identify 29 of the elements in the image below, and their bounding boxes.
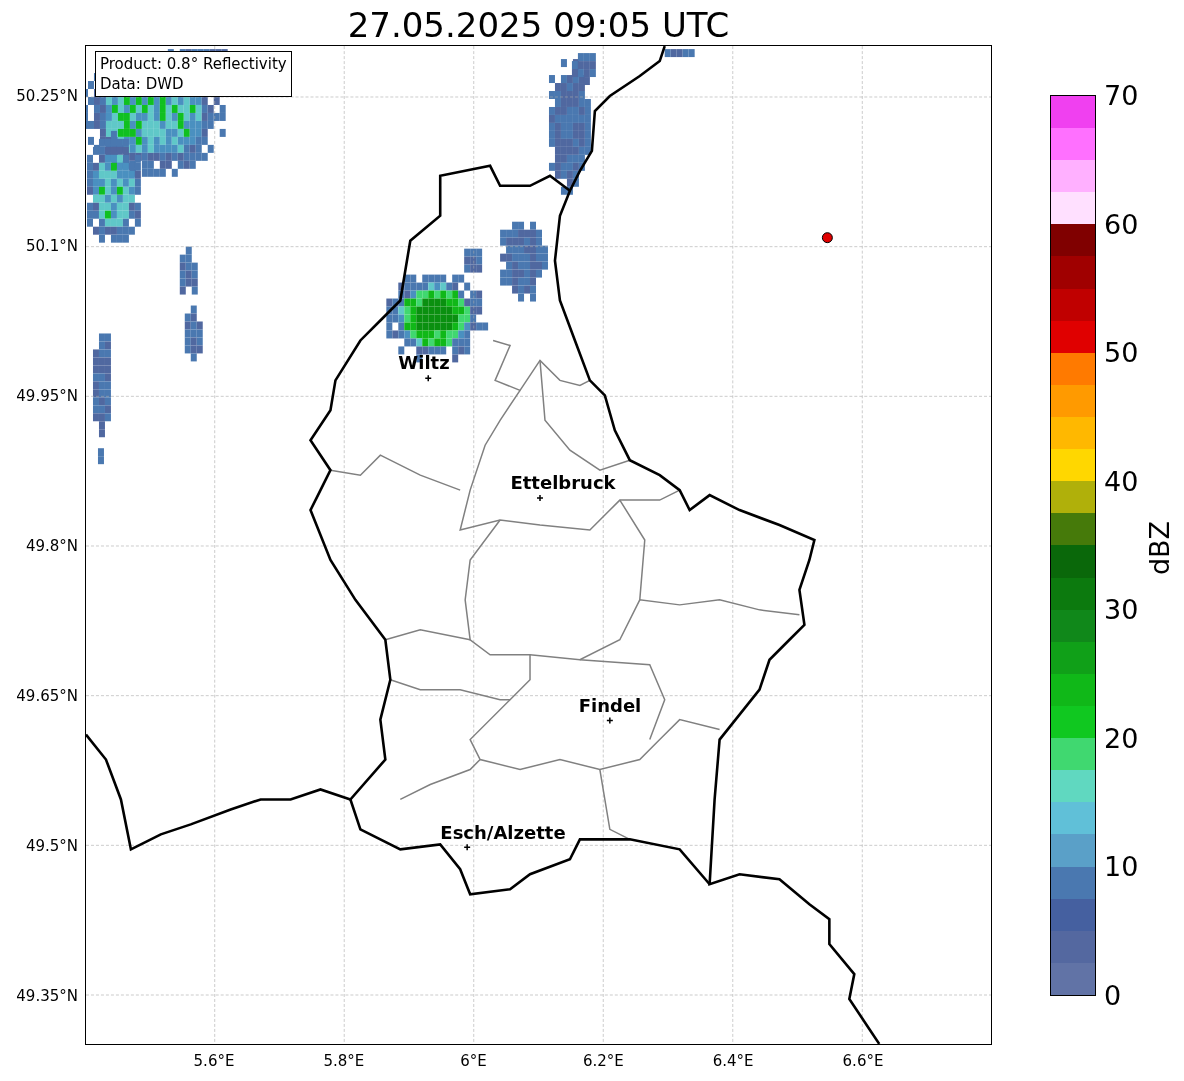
city-label: Esch/Alzette bbox=[440, 820, 566, 845]
city-label: Wiltz bbox=[398, 350, 450, 375]
longitude-label: 5.8°E bbox=[323, 1051, 365, 1072]
city-label: Findel bbox=[578, 693, 642, 718]
longitude-label: 6°E bbox=[460, 1051, 487, 1072]
colorbar-tick-label: 60 bbox=[1104, 209, 1139, 240]
colorbar-tick-label: 20 bbox=[1104, 723, 1139, 754]
latitude-label: 49.65°N bbox=[16, 685, 78, 707]
colorbar-tick-label: 40 bbox=[1104, 466, 1139, 497]
longitude-label: 6.4°E bbox=[712, 1051, 754, 1072]
longitude-label: 6.2°E bbox=[582, 1051, 624, 1072]
colorbar-tick-label: 0 bbox=[1104, 981, 1122, 1011]
latitude-label: 49.8°N bbox=[25, 535, 78, 557]
info-text: Data: DWD bbox=[100, 74, 185, 94]
longitude-label: 5.6°E bbox=[193, 1051, 235, 1072]
colorbar-label: dBZ bbox=[1142, 520, 1176, 576]
longitude-label: 6.6°E bbox=[842, 1051, 884, 1072]
colorbar-tick-label: 70 bbox=[1104, 81, 1139, 111]
city-label: Ettelbruck bbox=[510, 470, 616, 495]
colorbar-tick-label: 30 bbox=[1104, 595, 1139, 626]
info-text: Product: 0.8° Reflectivity bbox=[100, 54, 287, 74]
latitude-label: 49.5°N bbox=[25, 835, 78, 857]
colorbar-tick-label: 50 bbox=[1104, 338, 1139, 369]
chart-title: 27.05.2025 09:05 UTC bbox=[346, 4, 731, 46]
latitude-label: 50.1°N bbox=[25, 235, 78, 257]
latitude-label: 49.35°N bbox=[16, 985, 78, 1007]
latitude-label: 50.25°N bbox=[16, 85, 78, 107]
latitude-label: 49.95°N bbox=[16, 385, 78, 407]
colorbar-tick-label: 10 bbox=[1104, 852, 1139, 883]
